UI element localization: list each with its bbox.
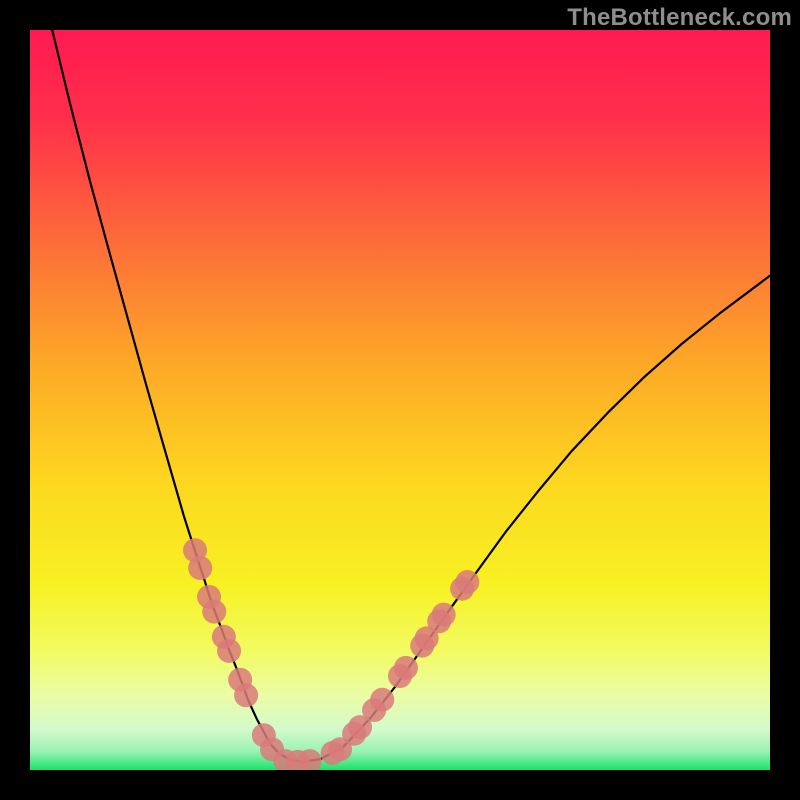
dot <box>394 656 418 680</box>
dot <box>217 639 241 663</box>
dot <box>234 683 258 707</box>
dot <box>432 603 456 627</box>
chart-frame <box>30 30 770 770</box>
dot <box>370 688 394 712</box>
dot <box>455 570 479 594</box>
bottleneck-chart <box>30 30 770 770</box>
dot <box>188 556 212 580</box>
watermark: TheBottleneck.com <box>567 4 792 32</box>
dot <box>202 600 226 624</box>
